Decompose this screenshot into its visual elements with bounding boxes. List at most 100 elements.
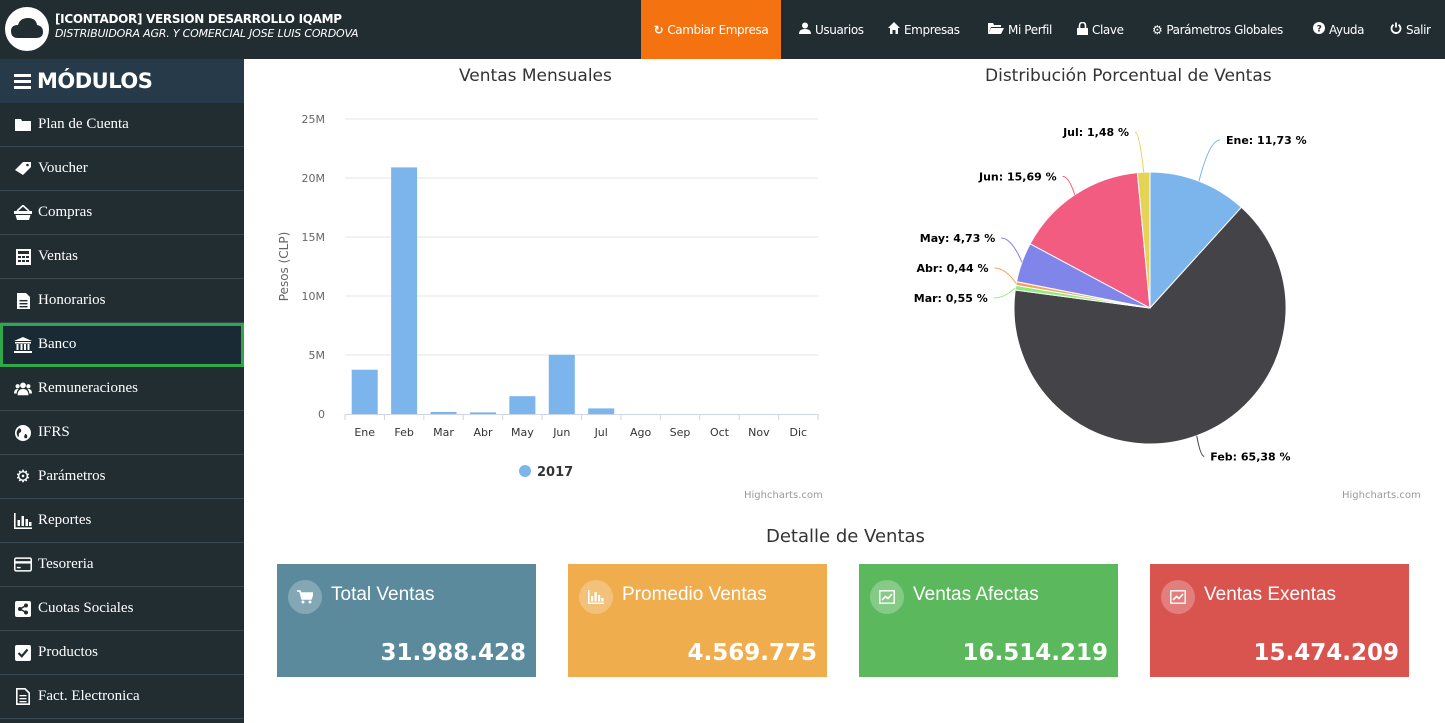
sidebar-item-reportes[interactable]: Reportes — [0, 499, 244, 543]
pie-chart-title: Distribución Porcentual de Ventas — [985, 66, 1272, 86]
card-total-ventas: Total Ventas 31.988.428 — [277, 564, 536, 677]
gear-icon: ⚙ — [15, 466, 31, 486]
x-tick-label: Ene — [354, 426, 375, 439]
x-tick-label: Jun — [552, 426, 570, 439]
pie-label-ene: Ene: 11,73 % — [1226, 134, 1307, 147]
folder-icon — [14, 116, 32, 134]
nav-ayuda-label: Ayuda — [1329, 22, 1365, 37]
trend-up-icon — [1161, 580, 1195, 614]
sidebar-header[interactable]: MÓDULOS — [0, 59, 244, 103]
refresh-icon: ↻ — [653, 22, 664, 37]
sidebar-item-plan-de-cuenta[interactable]: Plan de Cuenta — [0, 103, 244, 147]
bar[interactable] — [430, 411, 457, 414]
sidebar-item-compras[interactable]: Compras — [0, 191, 244, 235]
card-promedio-ventas: Promedio Ventas 4.569.775 — [568, 564, 827, 677]
pie-connector — [1134, 131, 1145, 173]
sidebar-item-honorarios[interactable]: Honorarios — [0, 279, 244, 323]
bar[interactable] — [509, 396, 536, 414]
pie-chart-credits[interactable]: Highcharts.com — [1342, 490, 1421, 501]
sidebar-item-label: Ventas — [38, 248, 78, 264]
sidebar-item-label: Productos — [38, 644, 98, 660]
card-ventas-afectas: Ventas Afectas 16.514.219 — [859, 564, 1118, 677]
sidebar-item-label: Compras — [38, 204, 93, 220]
legend-marker[interactable] — [519, 465, 531, 477]
sidebar-item-label: Voucher — [38, 160, 88, 176]
sidebar-item-label: Parámetros — [38, 468, 106, 484]
bar-chart: 0 5M 10M 15M 20M 25M Ene Feb Mar Abr May Jun Jul Ago S… — [277, 113, 819, 480]
x-tick-label: Abr — [473, 426, 493, 439]
sidebar-item-label: Fact. Electronica — [38, 688, 140, 704]
legend-label[interactable]: 2017 — [537, 465, 573, 480]
power-icon — [1390, 22, 1402, 37]
trend-up-icon — [870, 580, 904, 614]
users-icon — [14, 380, 32, 398]
sidebar-item-label: Cuotas Sociales — [38, 600, 134, 616]
x-tick-label: May — [511, 426, 534, 439]
sidebar-item-label: Honorarios — [38, 292, 106, 308]
sidebar-item-productos[interactable]: Productos — [0, 631, 244, 675]
sidebar-item-banco[interactable]: Banco — [0, 323, 244, 367]
calculator-icon — [14, 248, 32, 266]
gear-icon: ⚙ — [1152, 22, 1163, 37]
sidebar-item-label: Reportes — [38, 512, 92, 528]
user-icon — [799, 22, 811, 37]
top-navbar: [ICONTADOR] VERSION DESARROLLO IQAMP DIS… — [0, 0, 1445, 59]
sidebar-item-label: Plan de Cuenta — [38, 116, 129, 132]
sidebar-item-voucher[interactable]: Voucher — [0, 147, 244, 191]
nav-mi-perfil[interactable]: Mi Perfil — [988, 0, 1052, 59]
sidebar-item-parametros[interactable]: ⚙ Parámetros — [0, 455, 244, 499]
nav-usuarios-label: Usuarios — [815, 22, 864, 37]
nav-empresas[interactable]: Empresas — [888, 0, 960, 59]
sidebar-item-tesoreria[interactable]: Tesoreria — [0, 543, 244, 587]
sidebar-item-remuneraciones[interactable]: Remuneraciones — [0, 367, 244, 411]
nav-salir[interactable]: Salir — [1390, 0, 1431, 59]
bar-chart-title: Ventas Mensuales — [459, 66, 612, 86]
nav-clave[interactable]: Clave — [1077, 0, 1124, 59]
bar[interactable] — [391, 167, 418, 414]
pie-label-abr: Abr: 0,44 % — [917, 262, 989, 275]
svg-text:?: ? — [1317, 25, 1322, 35]
pie-label-jul: Jul: 1,48 % — [1062, 126, 1129, 139]
checkbox-icon — [14, 644, 32, 662]
nav-ayuda[interactable]: ? Ayuda — [1313, 0, 1364, 59]
sidebar-item-label: Banco — [38, 336, 77, 352]
bar[interactable] — [351, 369, 378, 414]
sidebar-item-fact-electronica[interactable]: Fact. Electronica — [0, 675, 244, 719]
card-value: 15.474.209 — [1253, 640, 1399, 666]
y-tick-label: 5M — [309, 349, 326, 362]
cloud-logo-icon[interactable] — [5, 7, 49, 51]
sidebar-header-label: MÓDULOS — [37, 69, 153, 93]
question-circle-icon: ? — [1313, 22, 1325, 37]
card-label: Ventas Exentas — [1204, 584, 1337, 605]
lock-icon — [1077, 21, 1088, 38]
nav-parametros-globales[interactable]: ⚙ Parámetros Globales — [1152, 0, 1283, 59]
y-tick-label: 15M — [302, 231, 326, 244]
sidebar-item-ventas[interactable]: Ventas — [0, 235, 244, 279]
nav-usuarios[interactable]: Usuarios — [799, 0, 864, 59]
nav-clave-label: Clave — [1092, 22, 1124, 37]
sidebar-item-ifrs[interactable]: IFRS — [0, 411, 244, 455]
folder-open-icon — [988, 22, 1004, 37]
card-ventas-exentas: Ventas Exentas 15.474.209 — [1150, 564, 1409, 677]
cambiar-empresa-button[interactable]: ↻ Cambiar Empresa — [641, 0, 781, 59]
bar-chart-credits[interactable]: Highcharts.com — [744, 490, 823, 501]
bar[interactable] — [548, 354, 575, 414]
card-label: Ventas Afectas — [913, 584, 1039, 605]
pie-label-mar: Mar: 0,55 % — [914, 292, 988, 305]
bar[interactable] — [588, 408, 615, 414]
y-tick-label: 0 — [318, 408, 325, 421]
pie-label-feb: Feb: 65,38 % — [1210, 450, 1290, 463]
pie-connector — [1196, 435, 1205, 457]
bar-chart-icon — [579, 580, 613, 614]
card-value: 31.988.428 — [380, 640, 526, 666]
credit-card-icon — [14, 556, 32, 574]
bar[interactable] — [469, 412, 496, 414]
x-tick-label: Oct — [710, 426, 730, 439]
sidebar-item-cuotas-sociales[interactable]: Cuotas Sociales — [0, 587, 244, 631]
pie-connector — [1062, 175, 1076, 195]
nav-mi-perfil-label: Mi Perfil — [1008, 22, 1052, 37]
sidebar-item-label: Remuneraciones — [38, 380, 138, 396]
x-tick-label: Nov — [748, 426, 770, 439]
card-label: Promedio Ventas — [622, 584, 767, 605]
basket-icon — [14, 204, 32, 222]
